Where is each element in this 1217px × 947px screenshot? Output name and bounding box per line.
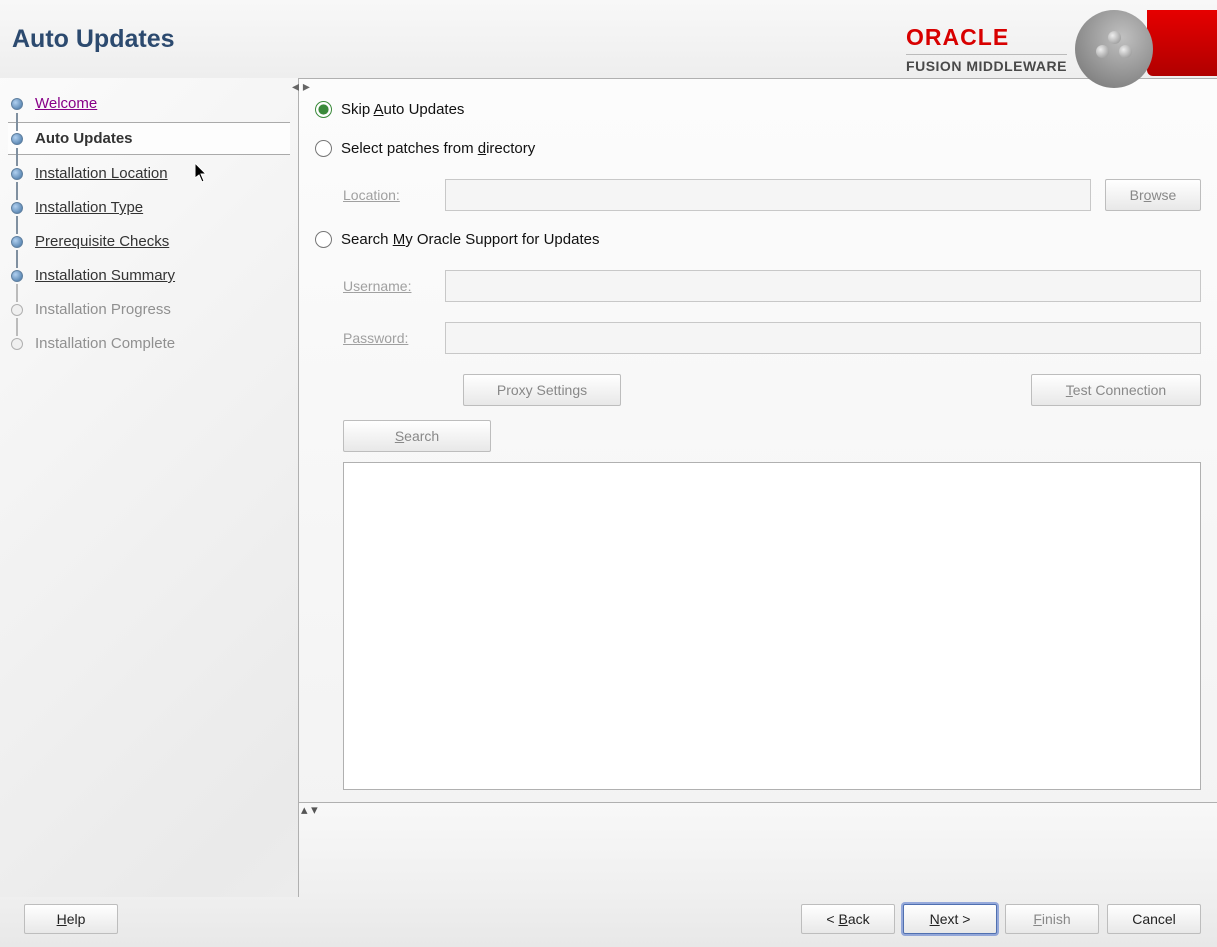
radio-search-my-oracle-support[interactable]: Search My Oracle Support for Updates [315, 231, 1201, 248]
step-label: Prerequisite Checks [35, 233, 169, 250]
step-label: Installation Complete [35, 335, 175, 352]
splitter-handle-icon[interactable]: ◂ ▸ [292, 78, 310, 95]
step-installation-complete: Installation Complete [8, 328, 290, 359]
step-bullet-icon [11, 338, 23, 350]
step-label: Installation Type [35, 199, 143, 216]
step-label: Auto Updates [35, 130, 133, 147]
step-bullet-icon [11, 202, 23, 214]
cancel-button[interactable]: Cancel [1107, 904, 1201, 934]
splitter-handle-icon[interactable]: ▴ ▾ [299, 802, 318, 818]
step-prerequisite-checks[interactable]: Prerequisite Checks [8, 226, 290, 257]
back-button[interactable]: < Back [801, 904, 895, 934]
location-input[interactable] [445, 179, 1091, 211]
brand-red-bar [1147, 10, 1217, 76]
step-bullet-icon [11, 168, 23, 180]
brand-fusion: FUSION MIDDLEWARE [906, 54, 1067, 74]
step-welcome[interactable]: Welcome [8, 88, 290, 119]
brand-oracle: ORACLE [906, 24, 1067, 51]
step-bullet-icon [11, 304, 23, 316]
step-label: Installation Summary [35, 267, 175, 284]
step-label: Welcome [35, 95, 97, 112]
username-input[interactable] [445, 270, 1201, 302]
content-area: Welcome Auto Updates Installation Locati… [0, 78, 1217, 897]
header-bar: Auto Updates ORACLE FUSION MIDDLEWARE [0, 0, 1217, 78]
brand-orb-icon [1075, 10, 1153, 88]
password-label: Password: [343, 330, 445, 346]
radio-skip-auto-updates[interactable]: Skip Auto Updates [315, 101, 1201, 118]
username-label: Username: [343, 278, 445, 294]
finish-button[interactable]: Finish [1005, 904, 1099, 934]
step-auto-updates[interactable]: Auto Updates [8, 122, 290, 155]
step-installation-summary[interactable]: Installation Summary [8, 260, 290, 291]
step-label: Installation Progress [35, 301, 171, 318]
browse-button[interactable]: Browse [1105, 179, 1201, 211]
step-bullet-icon [11, 270, 23, 282]
step-installation-type[interactable]: Installation Type [8, 192, 290, 223]
proxy-settings-button[interactable]: Proxy Settings [463, 374, 621, 406]
step-bullet-icon [11, 133, 23, 145]
radio-mos-input[interactable] [315, 231, 332, 248]
step-label: Installation Location [35, 165, 168, 182]
step-sidebar: Welcome Auto Updates Installation Locati… [0, 78, 298, 897]
footer-bar: Help < Back Next > Finish Cancel [0, 897, 1217, 947]
step-installation-progress: Installation Progress [8, 294, 290, 325]
step-installation-location[interactable]: Installation Location [8, 158, 290, 189]
test-connection-button[interactable]: Test Connection [1031, 374, 1201, 406]
location-label: Location: [343, 187, 445, 203]
page-title: Auto Updates [12, 10, 175, 54]
radio-directory-input[interactable] [315, 140, 332, 157]
help-button[interactable]: Help [24, 904, 118, 934]
search-button[interactable]: Search [343, 420, 491, 452]
message-panel: ▴ ▾ [299, 802, 1217, 897]
next-button[interactable]: Next > [903, 904, 997, 934]
step-bullet-icon [11, 98, 23, 110]
radio-skip-input[interactable] [315, 101, 332, 118]
radio-select-patches-directory[interactable]: Select patches from directory [315, 140, 1201, 157]
main-panel: ◂ ▸ Skip Auto Updates Select patches fro… [298, 78, 1217, 897]
results-list [343, 462, 1201, 790]
installer-window: Auto Updates ORACLE FUSION MIDDLEWARE [0, 0, 1217, 947]
step-bullet-icon [11, 236, 23, 248]
brand-section: ORACLE FUSION MIDDLEWARE [906, 10, 1217, 88]
password-input[interactable] [445, 322, 1201, 354]
